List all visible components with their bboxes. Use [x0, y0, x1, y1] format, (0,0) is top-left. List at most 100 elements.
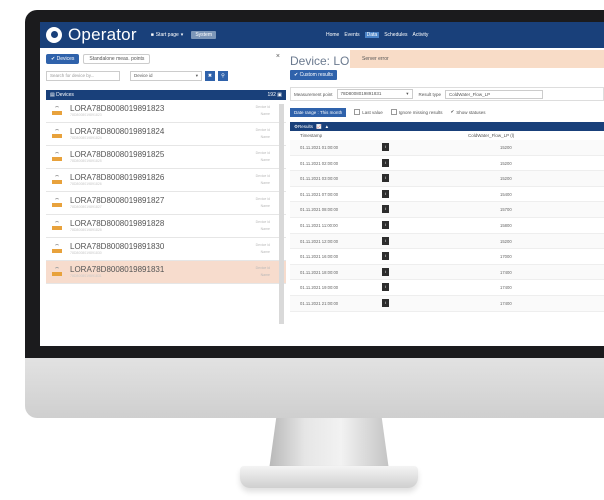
- device-id: 78D8008019891827: [70, 205, 102, 209]
- table-row[interactable]: 01.11.2021 19:00:00 i 17400: [290, 280, 604, 296]
- table-row[interactable]: 01.11.2021 16:00:00 i 17000: [290, 249, 604, 265]
- date-range-button[interactable]: Date range : This month: [290, 107, 347, 117]
- list-item[interactable]: LORA78D8008019891827 78D8008019891827 Devi…: [46, 192, 286, 215]
- device-list: LORA78D8008019891823 78D8008019891823 Devi…: [46, 100, 286, 284]
- nav-activity[interactable]: Activity: [413, 32, 429, 38]
- chart-icon[interactable]: 📈: [316, 124, 322, 130]
- device-meta-type: Device id: [255, 197, 270, 201]
- device-id: 78D8008019891828: [70, 228, 102, 232]
- nav-data[interactable]: Data: [364, 32, 380, 38]
- status-icon[interactable]: i: [382, 143, 389, 151]
- device-id: 78D8008019891826: [70, 182, 102, 186]
- nav-home[interactable]: Home: [326, 32, 339, 38]
- row-value: 17000: [500, 254, 512, 260]
- col-timestamp[interactable]: Timestamp: [300, 133, 322, 138]
- device-list-scrollbar[interactable]: [279, 104, 284, 324]
- ignore-missing-checkbox[interactable]: Ignore missing results: [390, 109, 443, 115]
- results-table-body: 01.11.2021 01:00:00 i 15200 01.11.2021 02:0…: [290, 140, 604, 312]
- result-type-field[interactable]: ColdWater_Flow_LP: [445, 89, 544, 99]
- list-item[interactable]: LORA78D8008019891831 78D8008019891831 Devi…: [46, 261, 286, 284]
- show-statuses-checkbox[interactable]: ✔ Show statuses: [451, 109, 486, 115]
- table-row[interactable]: 01.11.2021 03:00:00 i 15200: [290, 171, 604, 187]
- list-item[interactable]: LORA78D8008019891825 78D8008019891825 Devi…: [46, 146, 286, 169]
- row-value: 15200: [500, 145, 512, 150]
- search-field-select[interactable]: Device id ▾: [130, 71, 202, 81]
- lora-device-icon: [50, 127, 64, 141]
- device-name: LORA78D8008019891828: [70, 219, 165, 228]
- status-icon[interactable]: i: [382, 189, 389, 198]
- table-row[interactable]: 01.11.2021 08:00:00 i 15700: [290, 202, 604, 218]
- warning-icon[interactable]: ▲: [325, 124, 329, 129]
- list-item[interactable]: LORA78D8008019891823 78D8008019891823 Devi…: [46, 100, 286, 123]
- lora-device-icon: [50, 104, 64, 118]
- results-label: ⚙Results: [294, 123, 314, 129]
- search-button[interactable]: ⚲: [218, 71, 228, 81]
- nav-events[interactable]: Events: [344, 32, 359, 38]
- system-badge[interactable]: System: [191, 31, 216, 39]
- device-search-input[interactable]: Search for device by...: [46, 71, 120, 81]
- status-icon[interactable]: i: [382, 205, 389, 214]
- list-item[interactable]: LORA78D8008019891824 78D8008019891824 Devi…: [46, 123, 286, 146]
- row-timestamp: 01.11.2021 01:00:00: [300, 145, 339, 150]
- row-timestamp: 01.11.2021 18:00:00: [300, 269, 339, 275]
- table-row[interactable]: 01.11.2021 12:00:00 i 15200: [290, 233, 604, 250]
- status-icon[interactable]: i: [382, 174, 389, 183]
- clear-search-button[interactable]: ✖: [205, 71, 215, 81]
- row-timestamp: 01.11.2021 21:00:00: [300, 300, 339, 306]
- row-timestamp: 01.11.2021 11:00:00: [300, 222, 338, 228]
- device-id: 78D8008019891831: [70, 274, 102, 278]
- measurement-row: Measurement point 78D8008019891831 ▾ Resu…: [290, 87, 604, 101]
- devices-header-label: ▤ Devices: [50, 92, 74, 98]
- list-item[interactable]: LORA78D8008019891830 78D8008019891830 Devi…: [46, 238, 286, 261]
- device-meta-name: Name: [260, 250, 270, 254]
- tab-standalone-points[interactable]: Standalone meas. points: [83, 53, 151, 64]
- table-row[interactable]: 01.11.2021 02:00:00 i 15200: [290, 156, 604, 172]
- start-page-menu[interactable]: ■ Start page ▾: [151, 32, 184, 38]
- device-id: 78D8008019891824: [70, 136, 102, 140]
- lora-device-icon: [50, 196, 64, 210]
- tab-devices[interactable]: ✔ Devices: [46, 53, 80, 64]
- close-icon[interactable]: ×: [276, 53, 280, 60]
- status-icon[interactable]: i: [382, 283, 389, 292]
- screen: Operator ■ Start page ▾ System Home Even…: [40, 22, 604, 346]
- device-meta-type: Device id: [255, 220, 270, 224]
- custom-results-button[interactable]: ✔ Custom results: [290, 70, 337, 80]
- lora-device-icon: [50, 173, 64, 187]
- table-row[interactable]: 01.11.2021 11:00:00 i 15800: [290, 218, 604, 234]
- nav-schedules[interactable]: Schedules: [384, 32, 407, 38]
- table-row[interactable]: 01.11.2021 01:00:00 i 15200: [290, 140, 604, 156]
- list-item[interactable]: LORA78D8008019891828 78D8008019891828 Devi…: [46, 215, 286, 238]
- status-icon[interactable]: i: [382, 236, 389, 245]
- error-banner: Server error: [350, 50, 604, 68]
- table-row[interactable]: 01.11.2021 07:00:00 i 15400: [290, 187, 604, 203]
- device-name: LORA78D8008019891826: [70, 173, 165, 182]
- checkmark-icon: ✔: [450, 109, 455, 114]
- device-meta-name: Name: [260, 273, 270, 277]
- home-icon: ■: [150, 32, 154, 38]
- row-timestamp: 01.11.2021 19:00:00: [300, 285, 339, 291]
- checkbox-icon: [354, 109, 361, 115]
- table-row[interactable]: 01.11.2021 21:00:00 i 17400: [290, 295, 604, 312]
- status-icon[interactable]: i: [382, 298, 389, 307]
- list-item[interactable]: LORA78D8008019891826 78D8008019891826 Devi…: [46, 169, 286, 192]
- status-icon[interactable]: i: [382, 158, 389, 167]
- device-meta-type: Device id: [255, 151, 270, 155]
- table-row[interactable]: 01.11.2021 18:00:00 i 17400: [290, 264, 604, 281]
- row-value: 17400: [500, 269, 512, 275]
- row-value: 15400: [500, 191, 512, 197]
- last-value-checkbox[interactable]: Last value: [354, 109, 383, 115]
- row-value: 15200: [500, 160, 512, 166]
- status-icon[interactable]: i: [382, 267, 389, 276]
- device-meta-type: Device id: [255, 243, 270, 247]
- row-value: 17400: [500, 300, 512, 306]
- measurement-point-select[interactable]: 78D8008019891831 ▾: [336, 89, 413, 99]
- results-panel: Device: LO Server error ✔ Custom results…: [290, 50, 604, 346]
- monitor-stand-foot: [240, 466, 418, 488]
- row-timestamp: 01.11.2021 03:00:00: [300, 176, 339, 182]
- col-value[interactable]: ColdWater_Flow_LP (l): [468, 133, 514, 138]
- row-timestamp: 01.11.2021 07:00:00: [300, 191, 339, 197]
- status-icon[interactable]: i: [382, 252, 389, 261]
- status-icon[interactable]: i: [382, 220, 389, 229]
- devices-header: ▤ Devices 192 ▣: [46, 90, 286, 100]
- checkbox-icon: [390, 109, 397, 115]
